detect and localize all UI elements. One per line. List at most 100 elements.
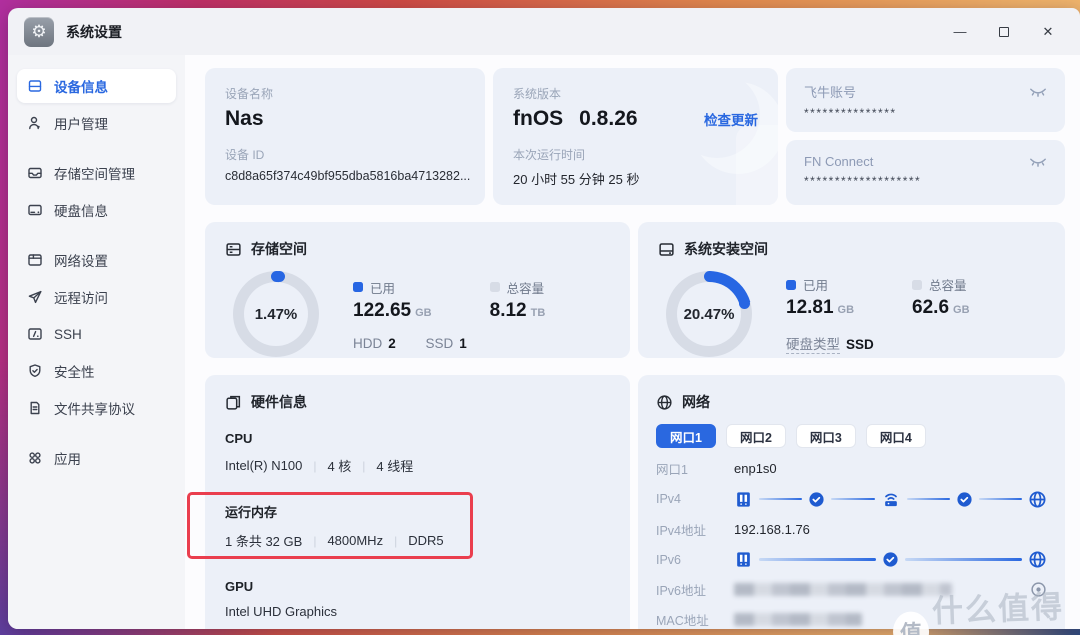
inbox-icon bbox=[27, 165, 43, 181]
network-link-line bbox=[979, 498, 1022, 501]
network-link-line bbox=[831, 498, 874, 501]
network-tab-1[interactable]: 网口1 bbox=[656, 424, 716, 448]
used-label: 已用 bbox=[370, 278, 395, 297]
hardware-info-card: 硬件信息 CPUIntel(R) N100|4 核|4 线程运行内存1 条共 3… bbox=[205, 375, 630, 629]
ipv4-label: IPv4 bbox=[656, 492, 734, 506]
device-id-value: c8d8a65f374c49bf955dba5816ba4713282... bbox=[225, 169, 465, 183]
sidebar-item-label: 用户管理 bbox=[54, 113, 108, 133]
sidebar-item-security[interactable]: 安全性 bbox=[17, 354, 176, 388]
network-tab-2[interactable]: 网口2 bbox=[726, 424, 786, 448]
network-tab-4[interactable]: 网口4 bbox=[866, 424, 926, 448]
hardware-section-label: CPU bbox=[225, 431, 610, 446]
ssd-label: SSD bbox=[426, 336, 454, 351]
sidebar-item-label: 网络设置 bbox=[54, 250, 108, 270]
ssd-count: 1 bbox=[459, 336, 467, 351]
apps-icon bbox=[27, 450, 43, 466]
eye-closed-icon[interactable] bbox=[1029, 155, 1047, 169]
hardware-section-specs: Intel(R) N100|4 核|4 线程 bbox=[225, 456, 610, 475]
storage-used-value: 122.65 bbox=[353, 300, 411, 321]
sidebar-item-label: 应用 bbox=[54, 448, 81, 468]
os-version: 0.8.26 bbox=[579, 107, 637, 131]
ipv6-label: IPv6 bbox=[656, 553, 734, 567]
eye-closed-icon[interactable] bbox=[1029, 85, 1047, 99]
nas-icon bbox=[734, 550, 753, 569]
sidebar-item-storage-management[interactable]: 存储空间管理 bbox=[17, 156, 176, 190]
close-button[interactable]: ✕ bbox=[1026, 16, 1070, 48]
sidebar-item-label: 文件共享协议 bbox=[54, 398, 135, 418]
shield-icon bbox=[27, 363, 43, 379]
hardware-card-title: 硬件信息 bbox=[251, 392, 307, 412]
spec-value: Intel(R) N100 bbox=[225, 458, 302, 473]
gear-icon: ⚙ bbox=[24, 17, 54, 47]
system-used-value: 12.81 bbox=[786, 297, 834, 318]
sidebar-item-network-settings[interactable]: 网络设置 bbox=[17, 243, 176, 277]
disk-type-value: SSD bbox=[846, 337, 874, 352]
sidebar-item-user-management[interactable]: 用户管理 bbox=[17, 106, 176, 140]
system-total-unit: GB bbox=[953, 304, 970, 316]
system-percent: 20.47% bbox=[666, 271, 752, 357]
fn-account-masked-value: *************** bbox=[804, 106, 1047, 120]
system-donut-chart: 20.47% bbox=[666, 271, 752, 357]
hardware-section-cpu: CPUIntel(R) N100|4 核|4 线程 bbox=[225, 431, 610, 475]
globe-icon bbox=[1028, 550, 1047, 569]
hdd-count: 2 bbox=[388, 336, 396, 351]
device-id-label: 设备 ID bbox=[225, 146, 465, 163]
hardware-section-label: 运行内存 bbox=[225, 502, 610, 521]
sidebar-item-disk-info[interactable]: 硬盘信息 bbox=[17, 193, 176, 227]
storage-server-icon bbox=[225, 241, 242, 258]
system-used-unit: GB bbox=[838, 304, 855, 316]
sidebar-item-label: 远程访问 bbox=[54, 287, 108, 307]
maximize-button[interactable] bbox=[982, 16, 1026, 48]
uptime-value: 20 小时 55 分钟 25 秒 bbox=[513, 169, 758, 188]
network-card-title: 网络 bbox=[682, 392, 710, 412]
network-link-line bbox=[759, 498, 802, 501]
spec-value: 4 核 bbox=[327, 456, 351, 475]
total-legend-swatch bbox=[912, 280, 922, 290]
sidebar-item-ssh[interactable]: SSH bbox=[17, 317, 176, 351]
network-link-line bbox=[759, 558, 876, 561]
donut-arc-cap bbox=[704, 271, 715, 282]
system-settings-window: ⚙ 系统设置 — ✕ 设备信息用户管理存储空间管理硬盘信息网络设置远程访问 SSH… bbox=[8, 8, 1080, 629]
user-icon bbox=[27, 115, 43, 131]
system-drive-icon bbox=[658, 241, 675, 258]
storage-donut-chart: 1.47% bbox=[233, 271, 319, 357]
sidebar-item-device-info[interactable]: 设备信息 bbox=[17, 69, 176, 103]
used-legend-swatch bbox=[786, 280, 796, 290]
sidebar-item-label: 存储空间管理 bbox=[54, 163, 135, 183]
sidebar-item-remote-access[interactable]: 远程访问 bbox=[17, 280, 176, 314]
hardware-chip-icon bbox=[225, 394, 242, 411]
network-card: 网络 网口1网口2网口3网口4 网口1 enp1s0 IPv4 IPv4地址 1… bbox=[638, 375, 1065, 629]
fn-connect-masked-value: ******************* bbox=[804, 174, 1047, 188]
sidebar-item-apps[interactable]: 应用 bbox=[17, 441, 176, 475]
storage-used-unit: GB bbox=[415, 307, 432, 319]
hardware-section-specs: Intel UHD Graphics bbox=[225, 604, 610, 619]
fn-connect-label: FN Connect bbox=[804, 154, 873, 169]
router-icon bbox=[881, 489, 901, 509]
mac-address-label: MAC地址 bbox=[656, 610, 734, 629]
network-tab-3[interactable]: 网口3 bbox=[796, 424, 856, 448]
window-title: 系统设置 bbox=[66, 22, 122, 42]
spec-divider: | bbox=[313, 534, 316, 548]
spec-divider: | bbox=[313, 459, 316, 473]
interface-value: enp1s0 bbox=[734, 461, 777, 476]
system-total-value: 62.6 bbox=[912, 297, 949, 318]
spec-value: 1 条共 32 GB bbox=[225, 531, 302, 550]
hardware-section-gpu: GPU Intel UHD Graphics bbox=[225, 579, 610, 619]
hardware-section-label: GPU bbox=[225, 579, 610, 594]
used-legend-swatch bbox=[353, 282, 363, 292]
check-icon bbox=[956, 491, 973, 508]
ghost-decoration bbox=[736, 125, 778, 205]
check-update-link[interactable]: 检查更新 bbox=[704, 109, 758, 129]
view-eye-icon[interactable] bbox=[1030, 581, 1047, 598]
storage-total-unit: TB bbox=[531, 307, 546, 319]
sidebar-item-file-sharing[interactable]: 文件共享协议 bbox=[17, 391, 176, 425]
system-install-space-card: 系统安装空间 20.47% 已用 12.81GB 总容量 bbox=[638, 222, 1065, 358]
minimize-button[interactable]: — bbox=[938, 16, 982, 48]
window-icon bbox=[27, 252, 43, 268]
storage-total-value: 8.12 bbox=[490, 300, 527, 321]
spec-value: 4800MHz bbox=[327, 533, 383, 548]
total-label: 总容量 bbox=[507, 278, 545, 297]
sidebar-item-label: 设备信息 bbox=[54, 76, 108, 96]
os-name: fnOS bbox=[513, 107, 563, 131]
sidebar: 设备信息用户管理存储空间管理硬盘信息网络设置远程访问 SSH安全性文件共享协议应用 bbox=[8, 55, 185, 629]
